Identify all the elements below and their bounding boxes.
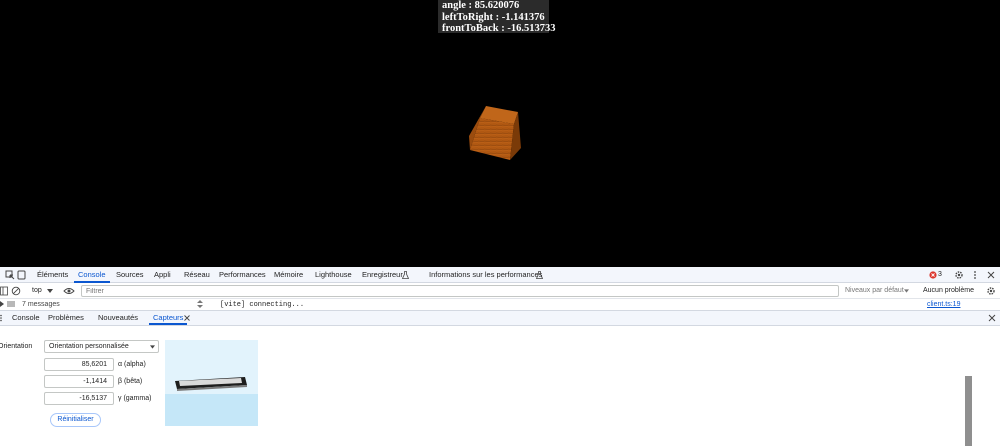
alpha-input[interactable]: 85,6201	[44, 358, 114, 371]
log-levels-dropdown[interactable]: Niveaux par défaut	[845, 283, 904, 299]
chevron-down-icon	[47, 289, 53, 293]
gear-icon[interactable]	[986, 286, 996, 296]
devtools-panel: Éléments Console Sources Appli Réseau Pe…	[0, 267, 1000, 446]
beta-label: β (bêta)	[118, 378, 143, 385]
left-to-right-readout: leftToRight : -1.141376	[442, 11, 545, 23]
split-handle-icon[interactable]	[197, 300, 203, 308]
error-icon[interactable]	[929, 271, 937, 279]
tab-elements[interactable]: Éléments	[37, 267, 68, 283]
chevron-down-icon	[150, 345, 155, 349]
tab-performance-insights[interactable]: Informations sur les performances	[429, 267, 542, 283]
close-drawer-icon[interactable]	[988, 314, 996, 322]
tab-recorder[interactable]: Enregistreur	[362, 267, 403, 283]
rotating-cube	[469, 106, 521, 160]
drawer-menu-icon[interactable]	[0, 314, 4, 322]
tab-memory[interactable]: Mémoire	[274, 267, 303, 283]
tab-application[interactable]: Appli	[154, 267, 171, 283]
front-to-back-readout: frontToBack : -16.513733	[442, 23, 556, 34]
vertical-scrollbar[interactable]	[965, 376, 972, 446]
reset-button[interactable]: Réinitialiser	[50, 413, 101, 427]
close-tab-icon[interactable]	[184, 315, 190, 321]
chevron-down-icon	[904, 289, 909, 293]
error-count[interactable]: 3	[938, 267, 942, 283]
drawer-tab-bar: Console Problèmes Nouveautés Capteurs	[0, 310, 1000, 326]
more-options-icon[interactable]	[972, 270, 978, 280]
gamma-label: γ (gamma)	[118, 395, 152, 402]
expand-arrow-icon[interactable]	[0, 301, 4, 307]
eye-icon[interactable]	[63, 287, 75, 295]
console-source-link[interactable]: client.ts:19	[927, 299, 960, 310]
drawer-tab-console[interactable]: Console	[12, 311, 40, 325]
orientation-label: Orientation	[0, 343, 33, 350]
console-message-row: 7 messages [vite] connecting... client.t…	[0, 299, 1000, 310]
tab-performance[interactable]: Performances	[219, 267, 266, 283]
alpha-label: α (alpha)	[118, 361, 146, 368]
angle-readout: angle : 85.620076	[442, 0, 520, 11]
tab-network[interactable]: Réseau	[184, 267, 210, 283]
device-toolbar-icon[interactable]	[17, 270, 27, 280]
filter-input[interactable]	[81, 285, 839, 297]
tab-console[interactable]: Console	[74, 267, 110, 283]
sidebar-toggle-icon[interactable]	[0, 286, 8, 296]
flask-icon	[402, 271, 409, 279]
list-icon	[7, 301, 15, 307]
orientation-select-value: Orientation personnalisée	[49, 343, 129, 350]
clear-console-icon[interactable]	[11, 286, 21, 296]
close-icon[interactable]	[987, 271, 995, 279]
orientation-readout: angle : 85.620076 leftToRight : -1.14137…	[438, 0, 556, 34]
drawer-tab-sensors[interactable]: Capteurs	[148, 311, 188, 325]
issues-count[interactable]: Aucun problème	[923, 283, 974, 299]
webgl-viewport: angle : 85.620076 leftToRight : -1.14137…	[0, 0, 1000, 267]
tab-lighthouse[interactable]: Lighthouse	[315, 267, 352, 283]
sensors-panel: Orientation Orientation personnalisée 85…	[0, 326, 1000, 446]
drawer-tab-whats-new[interactable]: Nouveautés	[98, 311, 138, 325]
gamma-input[interactable]: -16,5137	[44, 392, 114, 405]
console-toolbar: top Niveaux par défaut Aucun problème	[0, 283, 1000, 299]
beta-input[interactable]: -1,1414	[44, 375, 114, 388]
gear-icon[interactable]	[954, 270, 964, 280]
inspect-element-icon[interactable]	[5, 270, 15, 280]
context-selector[interactable]: top	[32, 283, 42, 299]
tab-sources[interactable]: Sources	[116, 267, 144, 283]
device-orientation-preview[interactable]	[165, 340, 258, 426]
flask-icon	[536, 271, 543, 279]
console-message: [vite] connecting...	[220, 301, 305, 309]
orientation-select[interactable]: Orientation personnalisée	[44, 340, 159, 353]
drawer-tab-issues[interactable]: Problèmes	[48, 311, 84, 325]
messages-count[interactable]: 7 messages	[22, 299, 60, 310]
devtools-tab-bar: Éléments Console Sources Appli Réseau Pe…	[0, 267, 1000, 283]
